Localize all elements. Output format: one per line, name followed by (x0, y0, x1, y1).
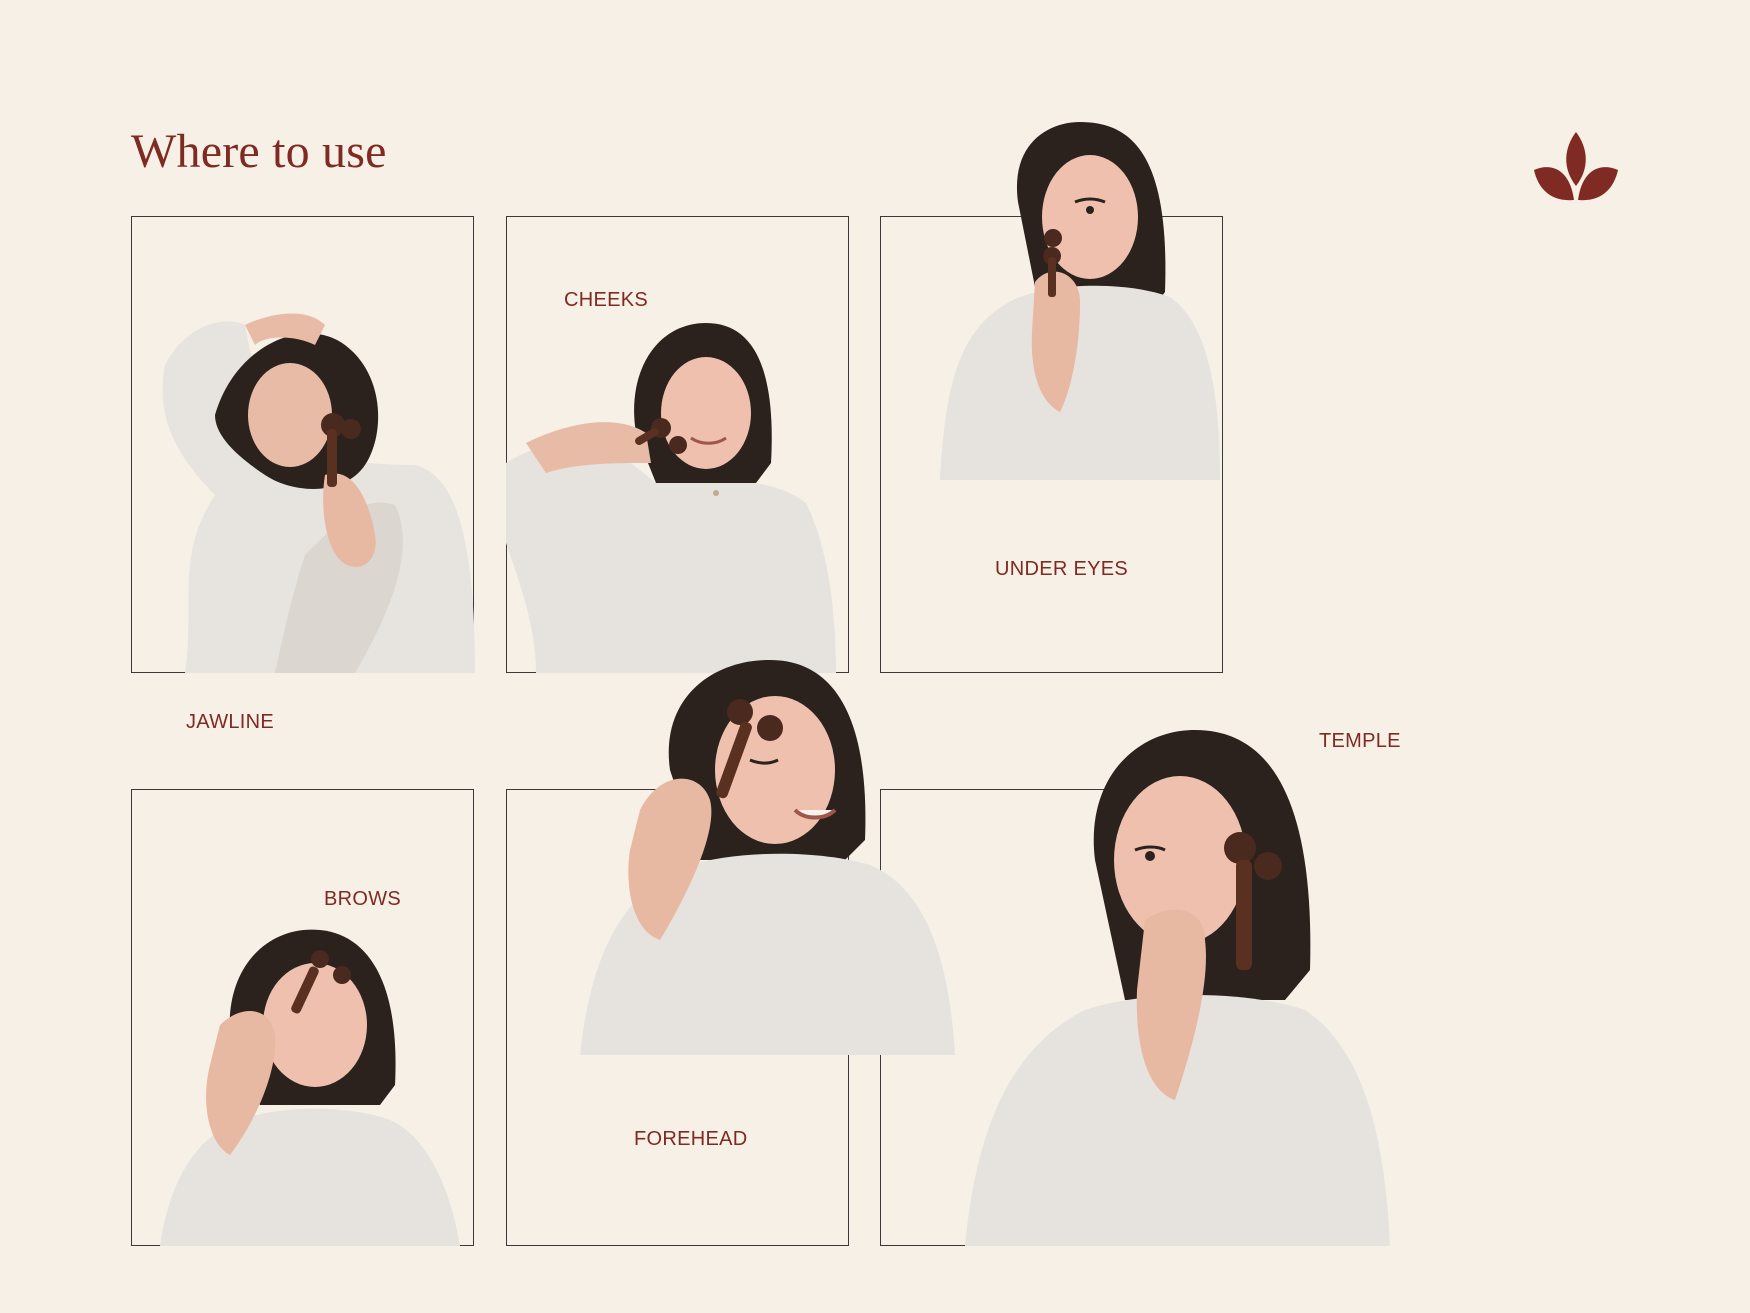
leaf-logo-icon (1532, 130, 1620, 206)
label-brows: BROWS (324, 888, 402, 910)
photo-jawline (155, 305, 475, 673)
label-temple: TEMPLE (1319, 730, 1401, 752)
photo-cheeks (506, 323, 836, 673)
photo-forehead (580, 660, 955, 1055)
photo-temple (965, 720, 1390, 1246)
label-under-eyes: UNDER EYES (995, 558, 1129, 580)
label-jawline: JAWLINE (186, 711, 275, 733)
photo-under-eyes (940, 122, 1220, 480)
page-title: Where to use (131, 125, 387, 178)
label-forehead: FOREHEAD (634, 1128, 748, 1150)
label-cheeks: CHEEKS (564, 289, 649, 311)
photo-brows (150, 925, 460, 1246)
